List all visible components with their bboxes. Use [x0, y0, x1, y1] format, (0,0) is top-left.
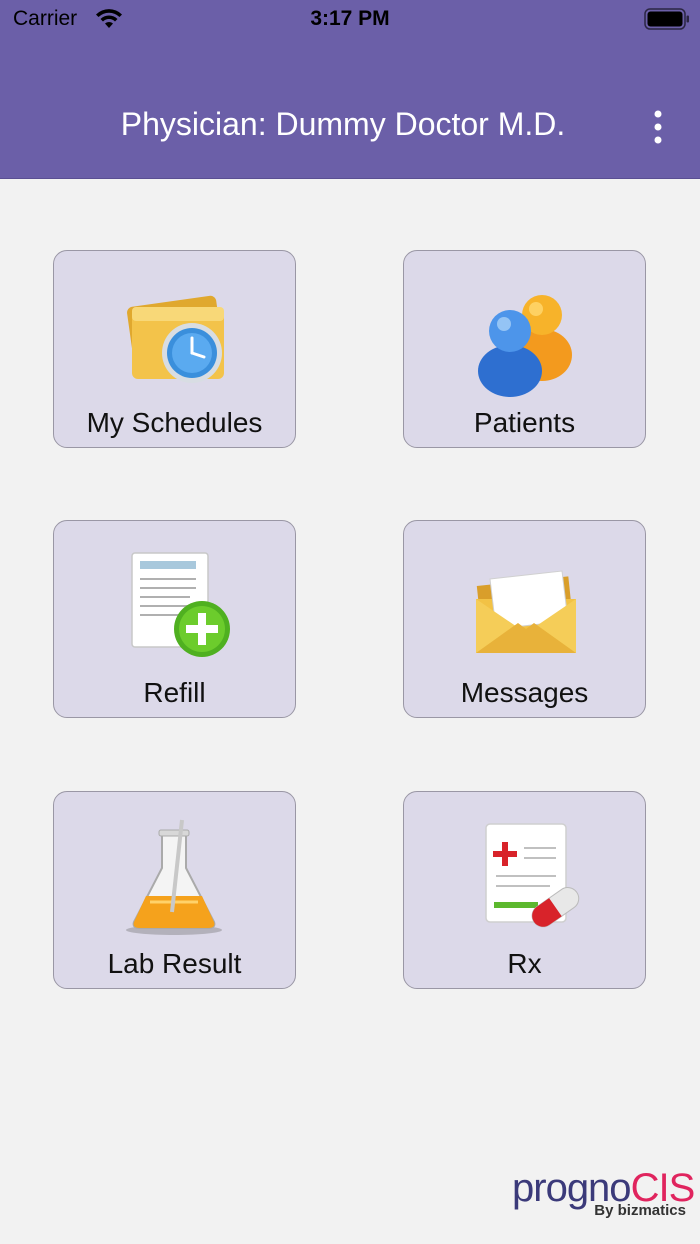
app-header: Carrier 3:17 PM Physician: Dummy Doctor …: [0, 0, 700, 179]
refill-document-add-icon: [130, 552, 230, 657]
tile-my-schedules[interactable]: My Schedules: [53, 250, 296, 448]
tile-messages[interactable]: Messages: [403, 520, 646, 718]
patients-people-icon: [477, 295, 572, 397]
status-time: 3:17 PM: [310, 7, 390, 30]
messages-envelope-icon: [475, 570, 576, 653]
prognocis-logo: prognoCIS By bizmatics: [512, 1166, 695, 1222]
tile-label: Rx: [507, 948, 542, 979]
battery-icon: [644, 8, 689, 30]
tile-label: Lab Result: [107, 948, 242, 979]
tile-rx[interactable]: Rx: [403, 791, 646, 989]
tile-label: Messages: [460, 677, 589, 708]
logo-tagline: By bizmatics: [594, 1202, 686, 1219]
tile-refill[interactable]: Refill: [53, 520, 296, 718]
rx-prescription-pill-icon: [484, 823, 579, 928]
tile-label: Refill: [143, 677, 206, 708]
lab-flask-icon: [125, 819, 222, 935]
tile-lab-result[interactable]: Lab Result: [53, 791, 296, 989]
tile-label: Patients: [473, 407, 576, 438]
tile-label: My Schedules: [86, 407, 263, 438]
schedule-folder-clock-icon: [126, 295, 224, 383]
tile-patients[interactable]: Patients: [403, 250, 646, 448]
page-title: Physician: Dummy Doctor M.D.: [120, 106, 566, 142]
more-options-icon[interactable]: [644, 108, 672, 146]
status-bar: Carrier 3:17 PM: [0, 0, 700, 40]
